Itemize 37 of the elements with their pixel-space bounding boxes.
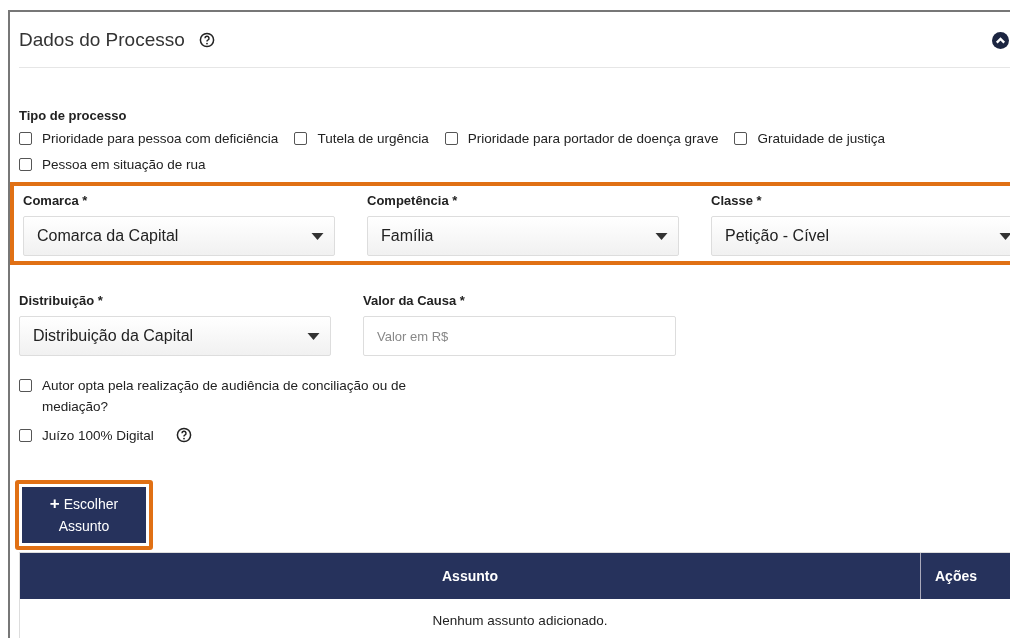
- help-icon[interactable]: [175, 427, 192, 443]
- field-label: Distribuição *: [19, 293, 104, 308]
- checkbox-label: Prioridade para pessoa com deficiência: [42, 131, 279, 146]
- checkbox-label: Pessoa em situação de rua: [42, 157, 206, 172]
- checkbox-label: Gratuidade de justiça: [757, 131, 885, 146]
- collapse-icon[interactable]: [992, 32, 1009, 49]
- checkbox[interactable]: [19, 429, 32, 442]
- field-label: Competência *: [367, 193, 459, 208]
- field-label: Comarca *: [23, 193, 89, 208]
- checkbox-label: Tutela de urgência: [317, 131, 429, 146]
- field-label: Tipo de processo: [19, 108, 128, 123]
- input-field[interactable]: Valor em R$: [363, 316, 676, 356]
- field-label: Valor da Causa *: [363, 293, 466, 308]
- select-field[interactable]: Família: [367, 216, 679, 256]
- help-icon[interactable]: [198, 31, 215, 48]
- checkbox[interactable]: [294, 132, 308, 145]
- empty-message: Nenhum assunto adicionado.: [431, 612, 609, 630]
- panel-title: Dados do Processo: [19, 28, 185, 51]
- select-field[interactable]: Distribuição da Capital: [19, 316, 331, 356]
- checkbox[interactable]: [444, 132, 458, 145]
- checkbox[interactable]: [19, 132, 32, 145]
- caret-icon: [655, 232, 668, 240]
- checkbox[interactable]: [734, 132, 748, 145]
- caret-icon: [307, 332, 320, 340]
- field-label: Classe *: [711, 193, 763, 208]
- checkbox-label: Prioridade para portador de doença grave: [467, 131, 719, 146]
- select-field[interactable]: Comarca da Capital: [23, 216, 335, 256]
- choose-subject-button[interactable]: + Escolher Assunto: [21, 486, 147, 544]
- select-field[interactable]: Petição - Cível: [711, 216, 1010, 256]
- checkbox-label: Autor opta pela realização de audiência de conciliação ou de mediação?: [42, 377, 407, 416]
- caret-icon: [999, 232, 1010, 240]
- column-header: Assunto: [20, 553, 921, 599]
- checkbox[interactable]: [19, 379, 32, 392]
- checkbox-label: Juízo 100% Digital: [42, 427, 154, 445]
- checkbox[interactable]: [19, 158, 32, 171]
- column-header: Ações: [934, 567, 978, 586]
- caret-icon: [311, 232, 324, 240]
